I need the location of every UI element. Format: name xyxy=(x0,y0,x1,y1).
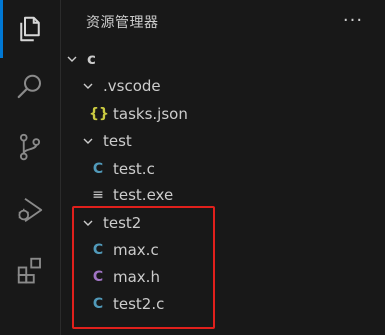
chevron-down-icon xyxy=(81,79,95,93)
tree-file-test-c[interactable]: C test.c xyxy=(61,155,385,183)
more-actions-button[interactable]: ··· xyxy=(341,8,365,32)
explorer-header: 资源管理器 ··· xyxy=(61,0,385,42)
tree-file-test-exe[interactable]: ≡ test.exe xyxy=(61,181,385,209)
tree-file-label: test.c xyxy=(113,160,155,178)
tree-file-label: max.h xyxy=(113,268,160,286)
explorer-title: 资源管理器 xyxy=(86,15,159,31)
tree-file-max-c[interactable]: C max.c xyxy=(61,236,385,264)
tree-file-max-h[interactable]: C max.h xyxy=(61,263,385,291)
extensions-button[interactable] xyxy=(10,250,50,290)
run-debug-button[interactable] xyxy=(10,190,50,230)
c-file-icon: C xyxy=(92,296,104,312)
chevron-down-icon xyxy=(81,134,95,148)
tree-folder-label: test2 xyxy=(103,214,142,232)
chevron-down-icon xyxy=(81,216,95,230)
binary-file-icon: ≡ xyxy=(92,187,104,203)
run-debug-icon xyxy=(18,197,43,223)
search-button[interactable] xyxy=(10,67,50,107)
vscode-window: 资源管理器 ··· c .vscode {} tasks.json test C… xyxy=(0,0,385,335)
header-file-icon: C xyxy=(92,269,104,285)
tree-file-label: test.exe xyxy=(113,186,174,204)
c-file-icon: C xyxy=(92,161,104,177)
tree-folder-label: .vscode xyxy=(103,77,161,95)
explorer-button[interactable] xyxy=(10,9,50,49)
tree-file-label: tasks.json xyxy=(113,105,188,123)
tree-folder-label: test xyxy=(103,132,132,150)
tree-folder-label: c xyxy=(87,50,96,68)
tree-folder-test[interactable]: test xyxy=(61,127,385,155)
explorer-panel: 资源管理器 ··· c .vscode {} tasks.json test C… xyxy=(61,0,385,335)
chevron-down-icon xyxy=(65,52,79,66)
source-control-icon xyxy=(19,133,41,161)
source-control-button[interactable] xyxy=(10,127,50,167)
explorer-icon xyxy=(20,16,40,42)
search-icon xyxy=(17,74,41,99)
tree-folder-test2[interactable]: test2 xyxy=(61,209,385,237)
c-file-icon: C xyxy=(92,242,104,258)
tree-file-tasks-json[interactable]: {} tasks.json xyxy=(61,100,385,128)
tree-folder-c[interactable]: c xyxy=(61,45,385,73)
tree-file-label: max.c xyxy=(113,241,159,259)
activity-bar xyxy=(0,0,61,335)
active-indicator xyxy=(0,0,3,58)
tree-file-label: test2.c xyxy=(113,295,165,313)
extensions-icon xyxy=(17,257,41,284)
json-file-icon: {} xyxy=(89,106,109,122)
tree-file-test2-c[interactable]: C test2.c xyxy=(61,290,385,318)
tree-folder-vscode[interactable]: .vscode xyxy=(61,72,385,100)
